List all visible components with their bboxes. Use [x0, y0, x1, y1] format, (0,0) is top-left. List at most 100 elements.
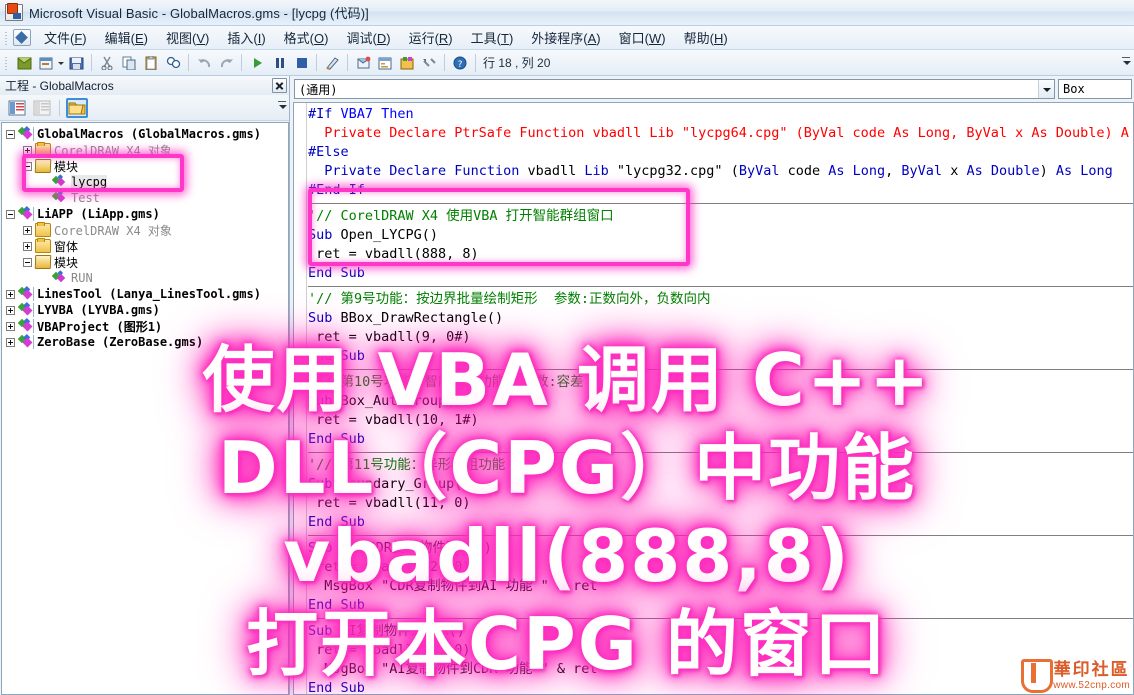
code-line[interactable]: #If VBA7 Then [308, 105, 1133, 124]
tree-node[interactable]: CorelDRAW X4 对象 [6, 222, 288, 238]
paste-icon[interactable] [140, 52, 162, 73]
code-line[interactable]: '// 第9号功能：按边界批量绘制矩形 参数:正数向外，负数向内 [308, 290, 1133, 309]
tree-node[interactable]: CorelDRAW X4 对象 [6, 142, 288, 158]
code-line[interactable]: End Sub [308, 596, 1133, 615]
code-line[interactable]: ret = vbadll(888, 8) [308, 245, 1133, 264]
view-coreldraw-icon[interactable] [13, 52, 35, 73]
code-line[interactable]: Private Declare PtrSafe Function vbadll … [308, 124, 1133, 143]
code-line[interactable]: '// 第11号功能：异形群组功能 [308, 456, 1133, 475]
redo-icon[interactable] [215, 52, 237, 73]
save-icon[interactable] [65, 52, 87, 73]
code-line[interactable]: Private Declare Function vbadll Lib "lyc… [308, 162, 1133, 181]
tree-node-label: 模块 [54, 159, 79, 174]
copy-icon[interactable] [118, 52, 140, 73]
menu-item-外接程序a[interactable]: 外接程序(A) [522, 25, 609, 50]
code-line[interactable]: #Else [308, 143, 1133, 162]
code-line[interactable]: Sub AI复制物件到CDR() [308, 622, 1133, 641]
find-icon[interactable] [162, 52, 184, 73]
expand-icon[interactable] [6, 321, 15, 331]
procedure-combo[interactable]: Box [1058, 79, 1132, 99]
code-line[interactable]: Sub 调用CDR复制物件到AI() [308, 539, 1133, 558]
project-toolbar-overflow-button[interactable] [277, 98, 287, 116]
code-line[interactable]: End Sub [308, 264, 1133, 283]
tree-node[interactable]: VBAProject (图形1) [6, 318, 288, 334]
module-icon [52, 191, 68, 205]
menu-grip[interactable] [3, 29, 10, 46]
expand-icon[interactable] [23, 241, 32, 251]
code-line[interactable]: End Sub [308, 347, 1133, 366]
code-line[interactable]: Sub BBox_DrawRectangle() [308, 309, 1133, 328]
code-line[interactable]: ret = vbadll(12, 0) [308, 558, 1133, 577]
view-object-button[interactable] [31, 98, 53, 118]
menu-item-工具t[interactable]: 工具(T) [462, 25, 523, 50]
chevron-down-icon[interactable] [1038, 80, 1054, 98]
undo-icon[interactable] [193, 52, 215, 73]
menu-item-帮助h[interactable]: 帮助(H) [675, 25, 737, 50]
project-explorer-icon[interactable] [352, 52, 374, 73]
cut-icon[interactable] [96, 52, 118, 73]
code-line[interactable]: Sub Boundary_Group() [308, 475, 1133, 494]
code-line[interactable]: #End If [308, 181, 1133, 200]
code-line[interactable]: End Sub [308, 513, 1133, 532]
code-editor[interactable]: #If VBA7 Then Private Declare PtrSafe Fu… [293, 102, 1134, 695]
tree-node[interactable]: GlobalMacros (GlobalMacros.gms) [6, 126, 288, 142]
tree-node[interactable]: LYVBA (LYVBA.gms) [6, 302, 288, 318]
toolbox-icon[interactable] [418, 52, 440, 73]
design-mode-icon[interactable] [321, 52, 343, 73]
code-text[interactable]: #If VBA7 Then Private Declare PtrSafe Fu… [308, 105, 1133, 694]
close-icon[interactable] [272, 78, 287, 93]
tree-node[interactable]: 窗体 [6, 238, 288, 254]
code-line[interactable]: MsgBox "CDR复制物件到AI 功能 " & ret [308, 577, 1133, 596]
tree-node[interactable]: RUN [6, 270, 288, 286]
object-browser-icon[interactable] [396, 52, 418, 73]
code-line[interactable]: Sub Box_AutoGroup() [308, 392, 1133, 411]
menu-item-文件f[interactable]: 文件(F) [35, 25, 96, 50]
code-line[interactable]: ret = vbadll(13, 0) [308, 641, 1133, 660]
tree-node[interactable]: LinesTool (Lanya_LinesTool.gms) [6, 286, 288, 302]
object-combo[interactable]: (通用) [294, 79, 1055, 99]
insert-userform-icon[interactable] [35, 52, 57, 73]
toggle-folders-button[interactable] [66, 97, 88, 118]
run-icon[interactable] [246, 52, 268, 73]
view-code-button[interactable] [6, 98, 28, 118]
menu-item-运行r[interactable]: 运行(R) [400, 25, 462, 50]
expand-icon[interactable] [6, 305, 15, 315]
code-line[interactable]: End Sub [308, 679, 1133, 694]
code-line[interactable]: ret = vbadll(10, 1#) [308, 411, 1133, 430]
expand-icon[interactable] [6, 289, 15, 299]
code-line[interactable]: ret = vbadll(11, 0) [308, 494, 1133, 513]
code-line[interactable]: '// CorelDRAW X4 使用VBA 打开智能群组窗口 [308, 207, 1133, 226]
menu-item-调试d[interactable]: 调试(D) [337, 25, 399, 50]
tree-node[interactable]: 模块 [6, 254, 288, 270]
project-tree[interactable]: GlobalMacros (GlobalMacros.gms) CorelDRAW… [1, 122, 289, 695]
code-line[interactable]: ret = vbadll(9, 0#) [308, 328, 1133, 347]
tree-node[interactable]: ZeroBase (ZeroBase.gms) [6, 334, 288, 350]
collapse-icon[interactable] [23, 257, 32, 267]
tree-node[interactable]: LiAPP (LiApp.gms) [6, 206, 288, 222]
properties-window-icon[interactable] [374, 52, 396, 73]
break-icon[interactable] [268, 52, 290, 73]
expand-icon[interactable] [23, 225, 32, 235]
menu-item-编辑e[interactable]: 编辑(E) [96, 25, 157, 50]
menu-item-格式o[interactable]: 格式(O) [275, 25, 338, 50]
expand-icon[interactable] [23, 145, 32, 155]
tree-node[interactable]: Test [6, 190, 288, 206]
menu-item-插入i[interactable]: 插入(I) [218, 25, 274, 50]
code-line[interactable]: '// 第10号功能：智能群组功能 参数:容差 [308, 373, 1133, 392]
help-icon[interactable]: ? [449, 52, 471, 73]
tree-node[interactable]: 模块 [6, 158, 288, 174]
collapse-icon[interactable] [23, 161, 32, 171]
menu-item-视图v[interactable]: 视图(V) [157, 25, 218, 50]
expand-icon[interactable] [6, 337, 15, 347]
menu-item-窗口w[interactable]: 窗口(W) [610, 25, 675, 50]
code-line[interactable]: Sub Open_LYCPG() [308, 226, 1133, 245]
tree-node[interactable]: lycpg [6, 174, 288, 190]
toolbar-grip[interactable] [3, 54, 10, 71]
insert-dropdown-icon[interactable] [57, 54, 65, 72]
code-line[interactable]: End Sub [308, 430, 1133, 449]
collapse-icon[interactable] [6, 209, 15, 219]
collapse-icon[interactable] [6, 129, 15, 139]
toolbar-overflow-button[interactable] [1121, 54, 1131, 72]
reset-icon[interactable] [290, 52, 312, 73]
code-line[interactable]: MsgBox "AI复制物件到CDR 功能 " & ret [308, 660, 1133, 679]
